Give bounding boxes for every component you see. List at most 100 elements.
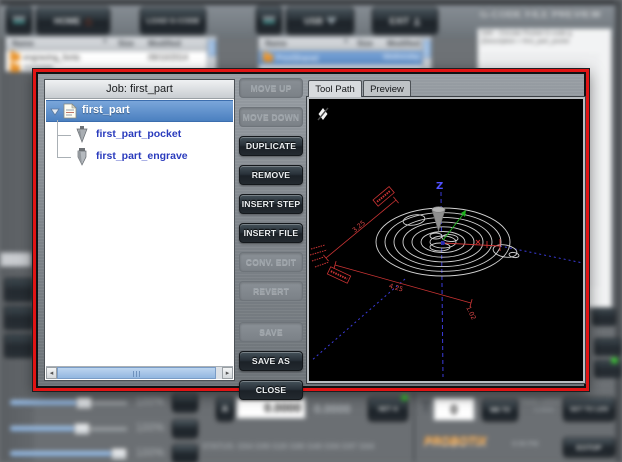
tree-child-label: first_part_engrave [96, 150, 188, 162]
menu-accent-icon [13, 21, 25, 23]
column-name[interactable]: Name [265, 39, 287, 48]
app-screen: HOME ⌂ LOAD G-CODE USB Ψ EXIT ▲ G-CODE F… [0, 0, 622, 462]
file-browser-right-header[interactable]: Name ▼ Size Modified [259, 37, 431, 51]
status-gcodes: STATUS: G54 G90 G20 G80 G40 G94 G97 G64 [202, 442, 374, 451]
column-modified[interactable]: Modified [148, 39, 181, 48]
x-axis-extension [500, 246, 583, 263]
tool-number-input[interactable]: 0 [433, 397, 475, 421]
sort-desc-icon: ▼ [102, 39, 108, 45]
sidebar-button-stub[interactable] [4, 306, 34, 330]
engrave-bit-icon [75, 147, 89, 166]
override-slider-row: 100% [0, 393, 230, 413]
estop-label: ESTOP [576, 443, 601, 452]
vertical-scrollbar[interactable] [207, 38, 216, 70]
menu-mini-button[interactable] [6, 6, 32, 34]
toolpath-canvas: Z [309, 99, 583, 381]
tree-item-root[interactable]: first_part [46, 100, 233, 122]
estop-button[interactable]: ESTOP [563, 437, 615, 457]
folder-icon [263, 54, 273, 62]
document-icon [63, 103, 77, 119]
file-browser-left[interactable]: Name ▼ Size Modified engraving_fonts 09/… [5, 36, 217, 72]
column-modified[interactable]: Modified [387, 39, 420, 48]
usb-button[interactable]: USB Ψ [286, 7, 354, 34]
load-gcode-button[interactable]: LOAD G-CODE [140, 7, 206, 34]
scroll-left-arrow[interactable]: ◂ [46, 367, 57, 379]
set-tool-length-button[interactable]: SET TO LEN [563, 397, 615, 421]
job-dialog-title: Job: first_part [45, 80, 234, 99]
revert-button: REVERT [239, 281, 303, 301]
slider-handle[interactable] [111, 448, 127, 460]
override-value: 100% [136, 421, 164, 433]
eject-icon: ▲ [414, 17, 421, 25]
override-reset-button[interactable] [172, 444, 198, 462]
file-modified: 09/10/2014 [148, 53, 188, 62]
top-edge [0, 0, 622, 5]
sidebar-indicator [0, 252, 32, 267]
slider-handle[interactable] [74, 423, 90, 435]
set-a-label: SET A [378, 406, 398, 413]
slider-fill [10, 426, 80, 431]
home-button[interactable]: HOME ⌂ [36, 7, 110, 34]
tree-item-pocket[interactable]: first_part_pocket [46, 124, 233, 144]
tree-item-engrave[interactable]: first_part_engrave [46, 146, 233, 166]
origin-annotations [310, 245, 329, 267]
slider-track[interactable] [10, 451, 128, 456]
horizontal-scrollbar[interactable]: ◂ ▸ [46, 366, 233, 379]
column-name[interactable]: Name [12, 39, 34, 48]
home-button-label: HOME [54, 16, 81, 26]
file-row[interactable]: engraving_fonts 09/10/2014 [6, 51, 216, 63]
slider-track[interactable] [10, 426, 128, 431]
vertical-scrollbar[interactable] [422, 38, 431, 70]
a-axis-input[interactable]: 0.0000 [236, 397, 306, 419]
menu-mini-button-2[interactable] [256, 6, 282, 34]
slider-fill [10, 451, 117, 456]
tool-load-button[interactable]: M6 T0 [482, 399, 518, 421]
brand-logo: PROBOTIX [424, 434, 487, 448]
job-dialog-body: Job: first_part first_part [36, 72, 586, 388]
sort-desc-icon: ▼ [343, 39, 349, 45]
file-name: engraving_fonts [23, 53, 80, 62]
disclosure-triangle-icon[interactable] [50, 108, 60, 116]
toolpath-viewport[interactable]: Z [307, 97, 585, 383]
column-size[interactable]: Size [357, 39, 373, 48]
home-icon: ⌂ [85, 14, 92, 28]
sidebar-button-stub[interactable] [4, 334, 34, 358]
file-browser-left-header[interactable]: Name ▼ Size Modified [6, 37, 216, 51]
remove-button[interactable]: REMOVE [239, 165, 303, 185]
bottom-divider [413, 393, 415, 462]
job-actions: MOVE UP MOVE DOWN DUPLICATE REMOVE INSER… [239, 78, 303, 400]
load-gcode-label: LOAD G-CODE [146, 16, 199, 25]
side-button-stub[interactable] [592, 308, 616, 326]
side-button-stub[interactable] [594, 338, 622, 356]
save-button: SAVE [239, 322, 303, 342]
scroll-thumb[interactable] [423, 40, 431, 58]
duplicate-button[interactable]: DUPLICATE [239, 136, 303, 156]
tab-preview[interactable]: Preview [363, 80, 411, 97]
column-size[interactable]: Size [118, 39, 134, 48]
slider-track[interactable] [10, 400, 128, 405]
file-row-selected[interactable]: PrintShared Wednesday [259, 51, 431, 65]
tab-tool-path[interactable]: Tool Path [308, 80, 362, 97]
file-modified: Wednesday [383, 54, 420, 61]
menu-icon [263, 17, 275, 19]
gcode-line: O40 - Circular Pocket G-code g [478, 29, 611, 37]
insert-step-button[interactable]: INSERT STEP [239, 194, 303, 214]
set-a-button[interactable]: SET A [368, 397, 408, 421]
scroll-thumb[interactable] [208, 40, 216, 56]
tool-length-label: TOOL LENGTH [521, 399, 567, 407]
file-browser-right[interactable]: Name ▼ Size Modified PrintShared Wednesd… [258, 36, 432, 72]
override-reset-button[interactable] [172, 419, 198, 438]
override-reset-button[interactable] [172, 393, 198, 412]
close-button[interactable]: CLOSE [239, 380, 303, 400]
slider-handle[interactable] [76, 397, 92, 409]
exit-button[interactable]: EXIT ▲ [372, 7, 438, 34]
a-axis-icon[interactable]: A [216, 397, 234, 421]
scroll-thumb[interactable] [57, 367, 216, 379]
insert-file-button[interactable]: INSERT FILE [239, 223, 303, 243]
sidebar-button-stub[interactable] [4, 278, 34, 302]
pocket-bit-icon [75, 125, 89, 144]
side-button-stub[interactable] [594, 360, 622, 378]
save-as-button[interactable]: SAVE AS [239, 351, 303, 371]
scroll-right-arrow[interactable]: ▸ [222, 367, 233, 379]
gcode-line: (Description = first_part_pocke [478, 37, 611, 45]
